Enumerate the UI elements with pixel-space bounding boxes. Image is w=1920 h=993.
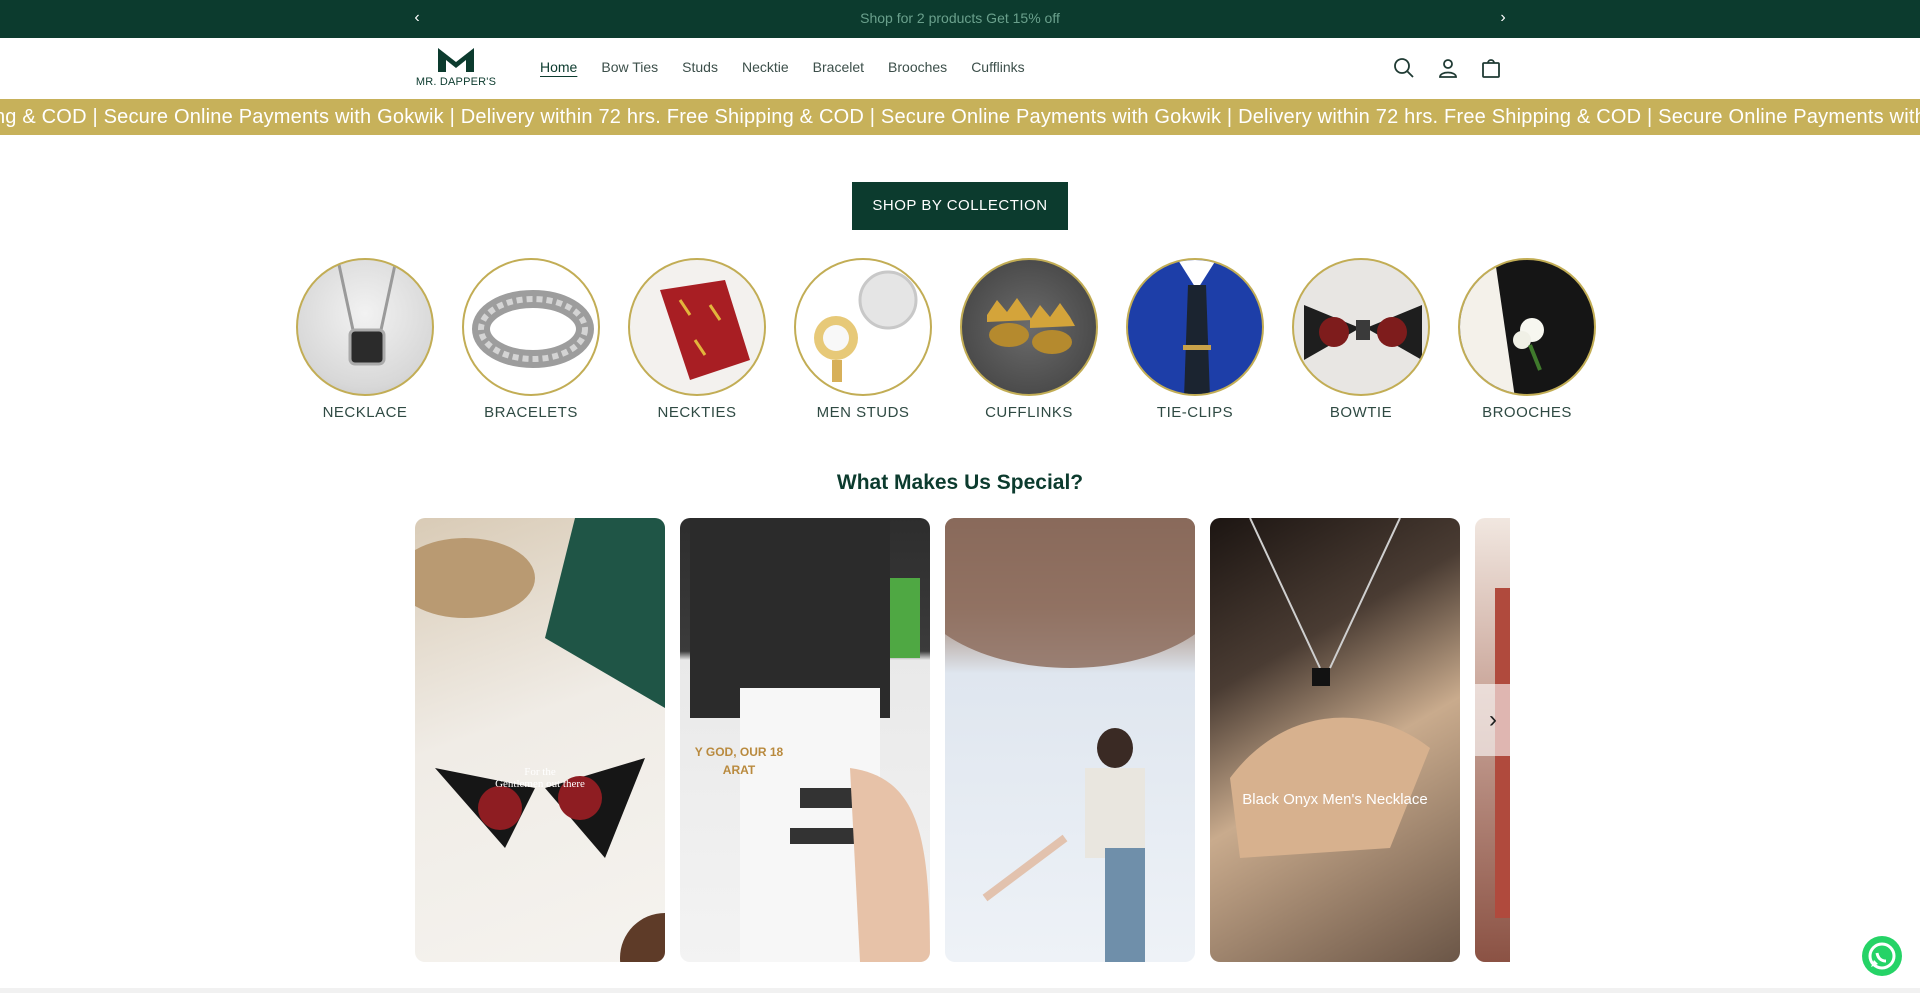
bracelets-image <box>462 258 600 396</box>
carousel-next-button[interactable]: › <box>1475 684 1511 756</box>
collection-men-studs[interactable]: MEN STUDS <box>794 258 932 421</box>
announcement-bar: ‹ Shop for 2 products Get 15% off › <box>0 0 1920 38</box>
video-card[interactable]: For the Gentlemen out there <box>415 518 665 962</box>
collection-bowtie[interactable]: BOWTIE <box>1292 258 1430 421</box>
nav-studs[interactable]: Studs <box>682 59 718 75</box>
nav-necktie[interactable]: Necktie <box>742 59 789 75</box>
site-logo[interactable]: MR. DAPPER'S <box>410 46 502 90</box>
promo-marquee: ping & COD | Secure Online Payments with… <box>0 99 1920 135</box>
neckties-image <box>628 258 766 396</box>
collection-neckties[interactable]: NECKTIES <box>628 258 766 421</box>
collection-necklace[interactable]: NECKLACE <box>296 258 434 421</box>
bowtie-image <box>1292 258 1430 396</box>
special-section-title: What Makes Us Special? <box>836 471 1084 494</box>
card-caption: Y GOD, OUR 18 ARAT <box>694 745 784 777</box>
collection-label: MEN STUDS <box>816 404 910 421</box>
brooches-image <box>1458 258 1596 396</box>
nav-brooches[interactable]: Brooches <box>888 59 947 75</box>
site-header: MR. DAPPER'S Home Bow Ties Studs Necktie… <box>0 38 1920 99</box>
chevron-right-icon[interactable]: › <box>1493 8 1513 28</box>
men-studs-image <box>794 258 932 396</box>
collection-label: BOWTIE <box>1329 404 1393 421</box>
collection-label: CUFFLINKS <box>985 404 1073 421</box>
card-caption: Black Onyx Men's Necklace <box>1242 791 1428 808</box>
nav-bow-ties[interactable]: Bow Ties <box>601 59 658 75</box>
video-card[interactable]: Y GOD, OUR 18 ARAT <box>680 518 930 962</box>
necklace-image <box>296 258 434 396</box>
announcement-message: Shop for 2 products Get 15% off <box>860 10 1060 26</box>
collection-label: NECKLACE <box>322 404 408 421</box>
collection-tie-clips[interactable]: TIE-CLIPS <box>1126 258 1264 421</box>
card-caption: For the Gentlemen out there <box>495 766 585 790</box>
account-icon[interactable] <box>1436 56 1460 80</box>
collection-label: BRACELETS <box>484 404 578 421</box>
collection-cufflinks[interactable]: CUFFLINKS <box>960 258 1098 421</box>
shop-by-collection-button[interactable]: SHOP BY COLLECTION <box>852 182 1068 230</box>
marquee-text: ping & COD | Secure Online Payments with… <box>0 106 1920 128</box>
page-divider <box>0 988 1920 993</box>
cart-icon[interactable] <box>1479 56 1503 80</box>
logo-mark-icon <box>438 48 474 72</box>
collection-label: TIE-CLIPS <box>1156 404 1234 421</box>
video-card[interactable] <box>945 518 1195 962</box>
cufflinks-image <box>960 258 1098 396</box>
whatsapp-icon[interactable] <box>1862 936 1902 976</box>
tie-clips-image <box>1126 258 1264 396</box>
nav-home[interactable]: Home <box>540 59 577 75</box>
nav-bracelet[interactable]: Bracelet <box>813 59 864 75</box>
collection-bracelets[interactable]: BRACELETS <box>462 258 600 421</box>
search-icon[interactable] <box>1392 56 1416 80</box>
main-nav: Home Bow Ties Studs Necktie Bracelet Bro… <box>540 59 1049 75</box>
collection-brooches[interactable]: BROOCHES <box>1458 258 1596 421</box>
video-card[interactable]: Black Onyx Men's Necklace <box>1210 518 1460 962</box>
logo-text: MR. DAPPER'S <box>415 76 497 88</box>
nav-cufflinks[interactable]: Cufflinks <box>971 59 1024 75</box>
collection-label: BROOCHES <box>1482 404 1572 421</box>
video-carousel: For the Gentlemen out there Y GOD, OUR 1… <box>415 518 1510 962</box>
collection-label: NECKTIES <box>657 404 737 421</box>
